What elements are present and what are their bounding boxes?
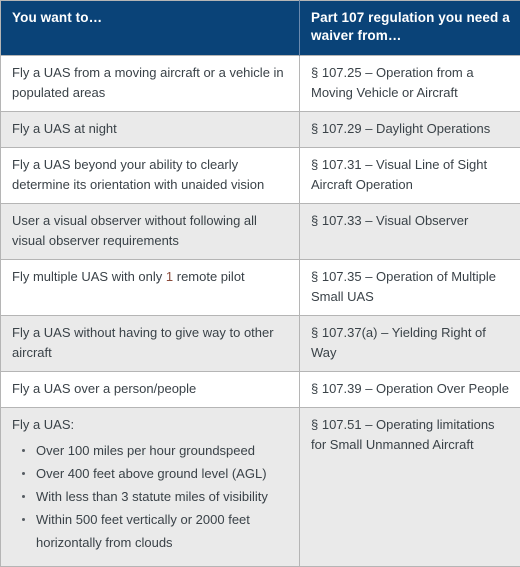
cell-want-to: Fly multiple UAS with only 1 remote pilo… <box>1 260 300 316</box>
table-row: Fly a UAS from a moving aircraft or a ve… <box>1 56 520 112</box>
cell-regulation: § 107.33 – Visual Observer <box>300 204 520 260</box>
cell-regulation: § 107.29 – Daylight Operations <box>300 112 520 148</box>
cell-regulation: § 107.35 – Operation of Multiple Small U… <box>300 260 520 316</box>
cell-want-to: Fly a UAS over a person/people <box>1 372 300 408</box>
cell-want-to: Fly a UAS without having to give way to … <box>1 316 300 372</box>
table-body: Fly a UAS from a moving aircraft or a ve… <box>1 56 520 567</box>
column-header-want-to: You want to… <box>1 1 300 56</box>
cell-regulation: § 107.31 – Visual Line of Sight Aircraft… <box>300 148 520 204</box>
cell-want-to: Fly a UAS: Over 100 miles per hour groun… <box>1 408 300 567</box>
cell-regulation: § 107.51 – Operating limitations for Sma… <box>300 408 520 567</box>
want-to-bullet-list: Over 100 miles per hour groundspeed Over… <box>12 439 289 554</box>
table-row: Fly a UAS: Over 100 miles per hour groun… <box>1 408 520 567</box>
column-header-regulation: Part 107 regulation you need a waiver fr… <box>300 1 520 56</box>
cell-regulation: § 107.37(a) – Yielding Right of Way <box>300 316 520 372</box>
list-item: With less than 3 statute miles of visibi… <box>36 485 289 508</box>
table-row: Fly a UAS without having to give way to … <box>1 316 520 372</box>
want-to-intro: Fly a UAS: <box>12 415 289 435</box>
header-row: You want to… Part 107 regulation you nee… <box>1 1 520 56</box>
table-header: You want to… Part 107 regulation you nee… <box>1 1 520 56</box>
table-row: Fly a UAS over a person/people § 107.39 … <box>1 372 520 408</box>
want-to-text-prefix: Fly multiple UAS with only <box>12 269 166 284</box>
table-row: User a visual observer without following… <box>1 204 520 260</box>
table-row: Fly a UAS beyond your ability to clearly… <box>1 148 520 204</box>
cell-want-to: Fly a UAS at night <box>1 112 300 148</box>
cell-want-to: Fly a UAS from a moving aircraft or a ve… <box>1 56 300 112</box>
cell-want-to: User a visual observer without following… <box>1 204 300 260</box>
cell-want-to: Fly a UAS beyond your ability to clearly… <box>1 148 300 204</box>
want-to-text-suffix: remote pilot <box>173 269 245 284</box>
table-row: Fly multiple UAS with only 1 remote pilo… <box>1 260 520 316</box>
list-item: Within 500 feet vertically or 2000 feet … <box>36 508 289 554</box>
list-item: Over 100 miles per hour groundspeed <box>36 439 289 462</box>
part107-waiver-table: You want to… Part 107 regulation you nee… <box>0 0 520 567</box>
cell-regulation: § 107.25 – Operation from a Moving Vehic… <box>300 56 520 112</box>
cell-regulation: § 107.39 – Operation Over People <box>300 372 520 408</box>
list-item: Over 400 feet above ground level (AGL) <box>36 462 289 485</box>
table-row: Fly a UAS at night § 107.29 – Daylight O… <box>1 112 520 148</box>
